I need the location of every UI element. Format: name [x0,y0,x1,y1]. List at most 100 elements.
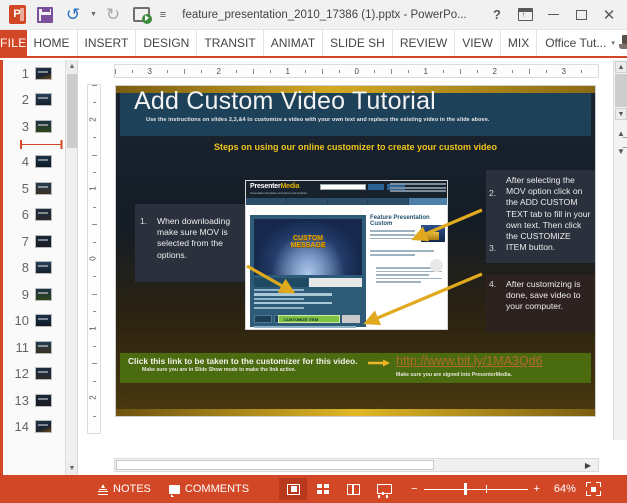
tab-view[interactable]: VIEW [455,30,501,56]
link-bar-note: Make sure you are signed into PresenterM… [396,372,512,378]
customizer-link[interactable]: http://www.bit.ly/1MA3Qd6 [396,354,543,368]
ruler-tick-h: 3 [561,67,566,76]
scroll-right-icon[interactable]: ▶ [579,460,597,470]
thumbnail-image[interactable] [35,181,52,195]
ruler-mark [93,206,96,208]
screenshot-details-panel: Feature Presentation Custom [370,215,445,327]
customize-qat-icon[interactable]: ≡ [156,2,170,28]
ruler-mark [322,69,323,74]
close-button[interactable]: ✕ [595,1,623,29]
thumbnail-image[interactable] [35,393,52,407]
start-slideshow-icon[interactable] [128,2,154,28]
scroll-up-icon[interactable]: ▲ [615,61,627,73]
thumbnail-image[interactable] [35,208,52,222]
undo-icon[interactable]: ↺ [60,2,86,28]
thumbnail-image[interactable] [35,340,52,354]
notes-button[interactable]: NOTES [98,483,151,495]
slide-horizontal-scrollbar[interactable]: ▶ [114,458,599,472]
zoom-control: − + 64% [411,483,576,495]
thumbnail-number: 6 [21,207,29,223]
slideshow-view-button[interactable] [369,478,397,500]
zoom-in-button[interactable]: + [534,483,540,495]
help-button[interactable]: ? [483,1,511,29]
ruler-mark [93,172,96,173]
callout-4-number: 4. [489,279,497,289]
zoom-level-label[interactable]: 64% [546,483,576,495]
scroll-down-icon[interactable]: ▼ [615,108,627,120]
slide-thumbnail-pane[interactable]: 1 2 3 4 5 6 7 8 9 10 11 12 13 14 ▲ ▼ [0,60,78,475]
screenshot-share-icon [430,259,443,272]
minimize-button[interactable] [539,1,567,29]
ruler-mark [93,276,96,278]
tab-file[interactable]: FILE [0,30,27,56]
tab-transitions[interactable]: TRANSIT [197,30,264,56]
screenshot-breadcrumb [250,208,370,221]
scrollbar-thumb[interactable] [67,74,77,148]
thumbnail-image[interactable] [35,66,52,80]
ruler-mark [304,70,306,73]
zoom-slider[interactable] [423,483,528,495]
ruler-mark [184,69,185,74]
screenshot-site-logo: PresenterMedia Presentation Templates, A… [250,183,307,195]
thumbnail-image[interactable] [35,367,52,381]
normal-view-button[interactable] [279,478,308,500]
zoom-out-button[interactable]: − [411,483,417,495]
ruler-mark [93,380,96,382]
slide-title[interactable]: Add Custom Video Tutorial [134,87,436,116]
normal-view-icon [286,483,300,495]
thumbnail-image[interactable] [35,93,52,107]
undo-dropdown-icon[interactable]: ▼ [88,2,98,28]
thumbnail-scrollbar[interactable]: ▲ ▼ [65,60,77,475]
slide-sorter-view-button[interactable] [309,478,337,500]
window-title: feature_presentation_2010_17386 (1).pptx… [182,8,467,21]
thumbnail-image[interactable] [35,234,52,248]
maximize-button[interactable] [567,1,595,29]
tab-home[interactable]: HOME [27,30,78,56]
ribbon-display-options-button[interactable] [511,1,539,29]
notes-label: NOTES [113,483,151,495]
slide-steps-heading[interactable]: Steps on using our online customizer to … [116,142,595,152]
callout-step-1[interactable]: 1. When downloading make sure MOV is sel… [135,204,245,282]
slide-insertion-indicator [20,139,62,149]
slide-subtitle[interactable]: Use the instructions on slides 2,3,&4 to… [146,117,576,123]
callout-step-2-3[interactable]: 2. 3. After selecting the MOV option cli… [486,170,595,263]
thumbnail-number: 9 [21,286,29,302]
tab-slide-show[interactable]: SLIDE SH [323,30,393,56]
slide-surface[interactable]: Add Custom Video Tutorial Use the instru… [116,86,595,416]
reading-view-button[interactable] [339,478,367,500]
next-slide-icon[interactable]: ▼̅ [615,144,627,158]
slide-vertical-scrollbar[interactable]: ▲ ▼ ▲̲ ▼̅ [613,60,627,440]
scroll-up-icon[interactable]: ▲ [66,60,77,73]
thumbnail-image[interactable] [35,420,52,434]
screenshot-customizer-panel: CUSTOM MESSAGE CUSTOMIZE ITEM [250,215,366,328]
fit-to-window-button[interactable] [585,482,601,496]
ruler-mark [92,154,97,156]
slide-link-bar[interactable]: Click this link to be taken to the custo… [120,353,591,383]
slide-canvas[interactable]: Add Custom Video Tutorial Use the instru… [114,84,599,434]
ruler-mark [132,70,134,73]
tab-insert[interactable]: INSERT [78,30,137,56]
tab-design[interactable]: DESIGN [136,30,198,56]
embedded-website-screenshot[interactable]: PresenterMedia Presentation Templates, A… [245,180,448,330]
save-icon[interactable] [32,2,58,28]
thumbnail-image[interactable] [35,119,52,133]
vertical-scrollbar-thumb[interactable] [615,74,627,107]
ruler-mark [93,137,96,139]
thumbnail-image[interactable] [35,287,52,301]
account-menu[interactable]: Office Tut... ▾ [537,30,627,56]
scroll-down-icon[interactable]: ▼ [66,462,77,475]
tab-mix[interactable]: MIX [501,30,538,56]
comments-button[interactable]: COMMENTS [168,483,249,497]
callout-step-4[interactable]: 4. After customizing is done, save video… [486,275,595,332]
thumbnail-number: 8 [21,260,29,276]
thumbnail-image[interactable] [35,261,52,275]
thumbnail-image[interactable] [35,155,52,169]
tab-review[interactable]: REVIEW [393,30,456,56]
thumbnail-image[interactable] [35,314,52,328]
redo-icon[interactable]: ↻ [100,2,126,28]
avatar [618,35,627,51]
horizontal-scrollbar-thumb[interactable] [116,460,434,470]
callout-2-number: 2. [489,188,497,198]
tab-animations[interactable]: ANIMAT [264,30,324,56]
previous-slide-icon[interactable]: ▲̲ [615,126,627,140]
